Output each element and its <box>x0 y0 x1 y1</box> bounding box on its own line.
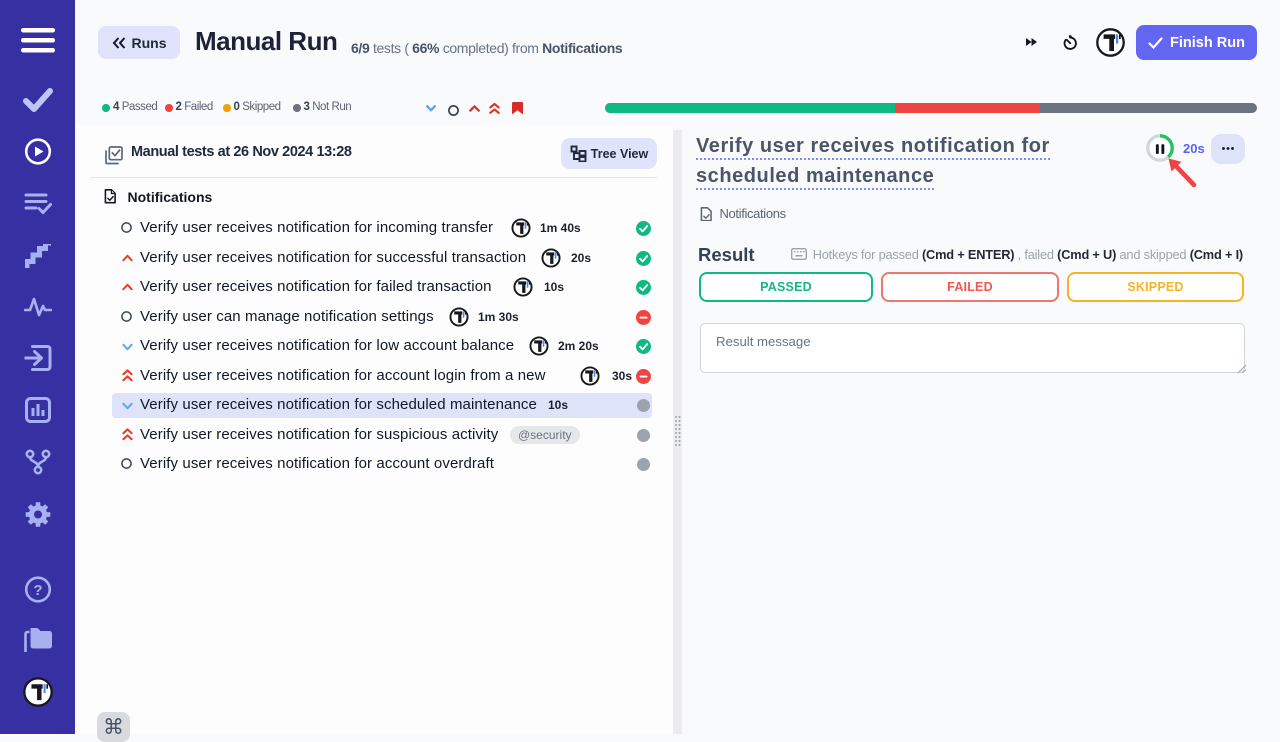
svg-text:?: ? <box>33 582 42 599</box>
